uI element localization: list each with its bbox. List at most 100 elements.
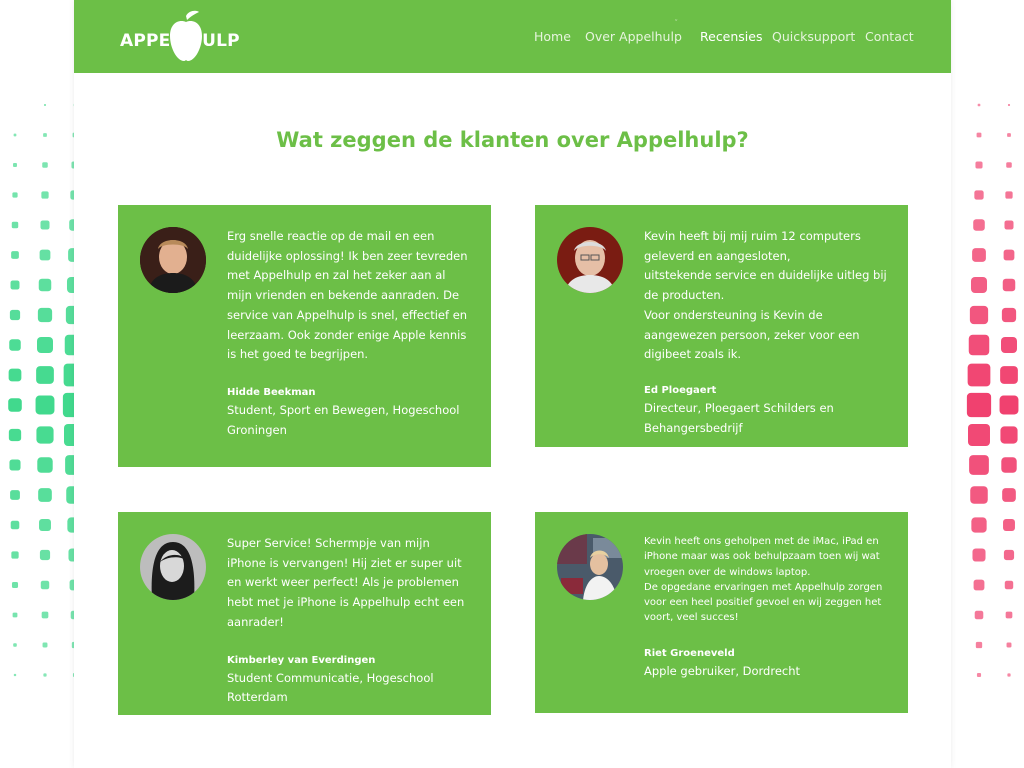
testimonial-author: Hidde Beekman xyxy=(227,386,316,398)
pixel-square xyxy=(1007,133,1011,137)
avatar xyxy=(140,534,206,600)
pixel-square xyxy=(9,309,21,321)
testimonial-body: Kevin heeft ons geholpen met de iMac, iP… xyxy=(644,534,889,681)
testimonial-role: Directeur, Ploegaert Schilders en Behang… xyxy=(644,400,834,435)
pixel-square xyxy=(37,457,53,473)
testimonial-quote: Erg snelle reactie op de mail en een dui… xyxy=(227,229,468,362)
pixel-square xyxy=(973,219,985,231)
pixel-square xyxy=(1006,162,1012,168)
pixel-square xyxy=(39,249,51,261)
pixel-square xyxy=(974,190,984,200)
testimonial-quote: Super Service! Schermpje van mijn iPhone… xyxy=(227,536,465,629)
testimonial-card: Kevin heeft bij mij ruim 12 computers ge… xyxy=(535,205,908,447)
nav-recensies[interactable]: Recensies xyxy=(700,29,763,44)
pixel-square xyxy=(11,251,19,259)
pixel-square xyxy=(39,549,51,561)
site-header: APPEL HULP Home Over Appelhulp ˇ Recensi… xyxy=(74,0,951,73)
pixel-square xyxy=(13,643,17,647)
pixel-square xyxy=(1000,366,1018,384)
pixel-square xyxy=(10,520,20,530)
testimonial-card: Super Service! Schermpje van mijn iPhone… xyxy=(118,512,491,715)
pixel-square xyxy=(9,459,21,471)
pixel-square xyxy=(43,673,47,677)
pixel-square xyxy=(975,161,983,169)
pixel-square xyxy=(11,581,19,589)
pixel-square xyxy=(13,133,17,137)
pixel-square xyxy=(13,163,17,167)
pixel-square xyxy=(976,672,982,678)
pixel-square xyxy=(973,579,985,591)
pixel-square xyxy=(1003,249,1015,261)
pixel-square xyxy=(64,334,74,356)
pixel-square xyxy=(36,426,54,444)
pixel-square xyxy=(970,486,988,504)
pixel-square xyxy=(977,103,981,107)
pixel-square xyxy=(43,103,47,107)
avatar xyxy=(557,227,623,293)
person-photo-icon xyxy=(557,534,623,600)
testimonial-role: Student Communicatie, Hogeschool Rotterd… xyxy=(227,670,434,705)
page-container: APPEL HULP Home Over Appelhulp ˇ Recensi… xyxy=(74,0,951,768)
testimonial-author: Kimberley van Everdingen xyxy=(227,654,376,666)
pixel-square xyxy=(66,486,74,504)
pixel-square xyxy=(1004,220,1014,230)
pixel-square xyxy=(65,305,74,325)
pixel-square xyxy=(12,612,18,618)
pixel-square xyxy=(39,519,51,531)
pixel-square xyxy=(968,334,990,356)
pixel-square xyxy=(1001,457,1017,473)
pixel-square xyxy=(38,488,52,502)
pixel-square xyxy=(976,132,982,138)
testimonial-body: Erg snelle reactie op de mail en een dui… xyxy=(227,227,472,440)
pixel-square xyxy=(62,392,74,418)
pixel-square xyxy=(37,337,53,353)
pixel-square xyxy=(12,192,18,198)
left-pixel-pattern xyxy=(8,103,74,678)
pixel-square xyxy=(11,551,19,559)
pixel-square xyxy=(38,278,52,292)
nav-quicksupport[interactable]: Quicksupport xyxy=(772,29,855,44)
pixel-square xyxy=(1002,278,1016,292)
testimonial-card: Kevin heeft ons geholpen met de iMac, iP… xyxy=(535,512,908,713)
pixel-square xyxy=(1001,307,1017,323)
person-photo-icon xyxy=(557,227,623,293)
pixel-square xyxy=(971,517,987,533)
pixel-square xyxy=(8,368,22,382)
pixel-square xyxy=(1007,103,1011,107)
nav-contact[interactable]: Contact xyxy=(865,29,914,44)
testimonial-role: Student, Sport en Bewegen, Hogeschool Gr… xyxy=(227,402,460,437)
pixel-square xyxy=(40,580,50,590)
testimonial-author: Riet Groeneveld xyxy=(644,647,735,659)
testimonial-quote: Kevin heeft ons geholpen met de iMac, iP… xyxy=(644,536,883,624)
pixel-square xyxy=(41,191,49,199)
testimonial-body: Super Service! Schermpje van mijn iPhone… xyxy=(227,534,472,708)
pixel-square xyxy=(36,366,54,384)
pixel-square xyxy=(13,673,17,677)
right-pixel-pattern xyxy=(966,103,1019,678)
nav-home[interactable]: Home xyxy=(534,29,571,44)
pixel-square xyxy=(966,392,992,418)
nav-over-appelhulp[interactable]: Over Appelhulp xyxy=(585,29,682,44)
pixel-square xyxy=(969,455,989,475)
avatar xyxy=(140,227,206,293)
pixel-square xyxy=(37,307,53,323)
pixel-square xyxy=(999,395,1019,415)
testimonial-card: Erg snelle reactie op de mail en een dui… xyxy=(118,205,491,467)
avatar xyxy=(557,534,623,600)
pixel-square xyxy=(1005,611,1013,619)
pixel-square xyxy=(1007,673,1011,677)
pixel-square xyxy=(969,305,989,325)
logo-text: APPEL HULP xyxy=(120,31,240,51)
person-photo-icon xyxy=(140,534,206,600)
pixel-square xyxy=(8,398,22,412)
pixel-square xyxy=(43,133,47,137)
pixel-square xyxy=(41,611,49,619)
pixel-square xyxy=(972,548,986,562)
pixel-square xyxy=(972,248,986,262)
pixel-square xyxy=(10,490,20,500)
pixel-square xyxy=(8,428,22,442)
site-logo[interactable]: APPEL HULP xyxy=(120,10,240,64)
testimonial-author: Ed Ploegaert xyxy=(644,384,717,396)
pixel-square xyxy=(1000,426,1018,444)
pixel-square xyxy=(1003,549,1015,561)
